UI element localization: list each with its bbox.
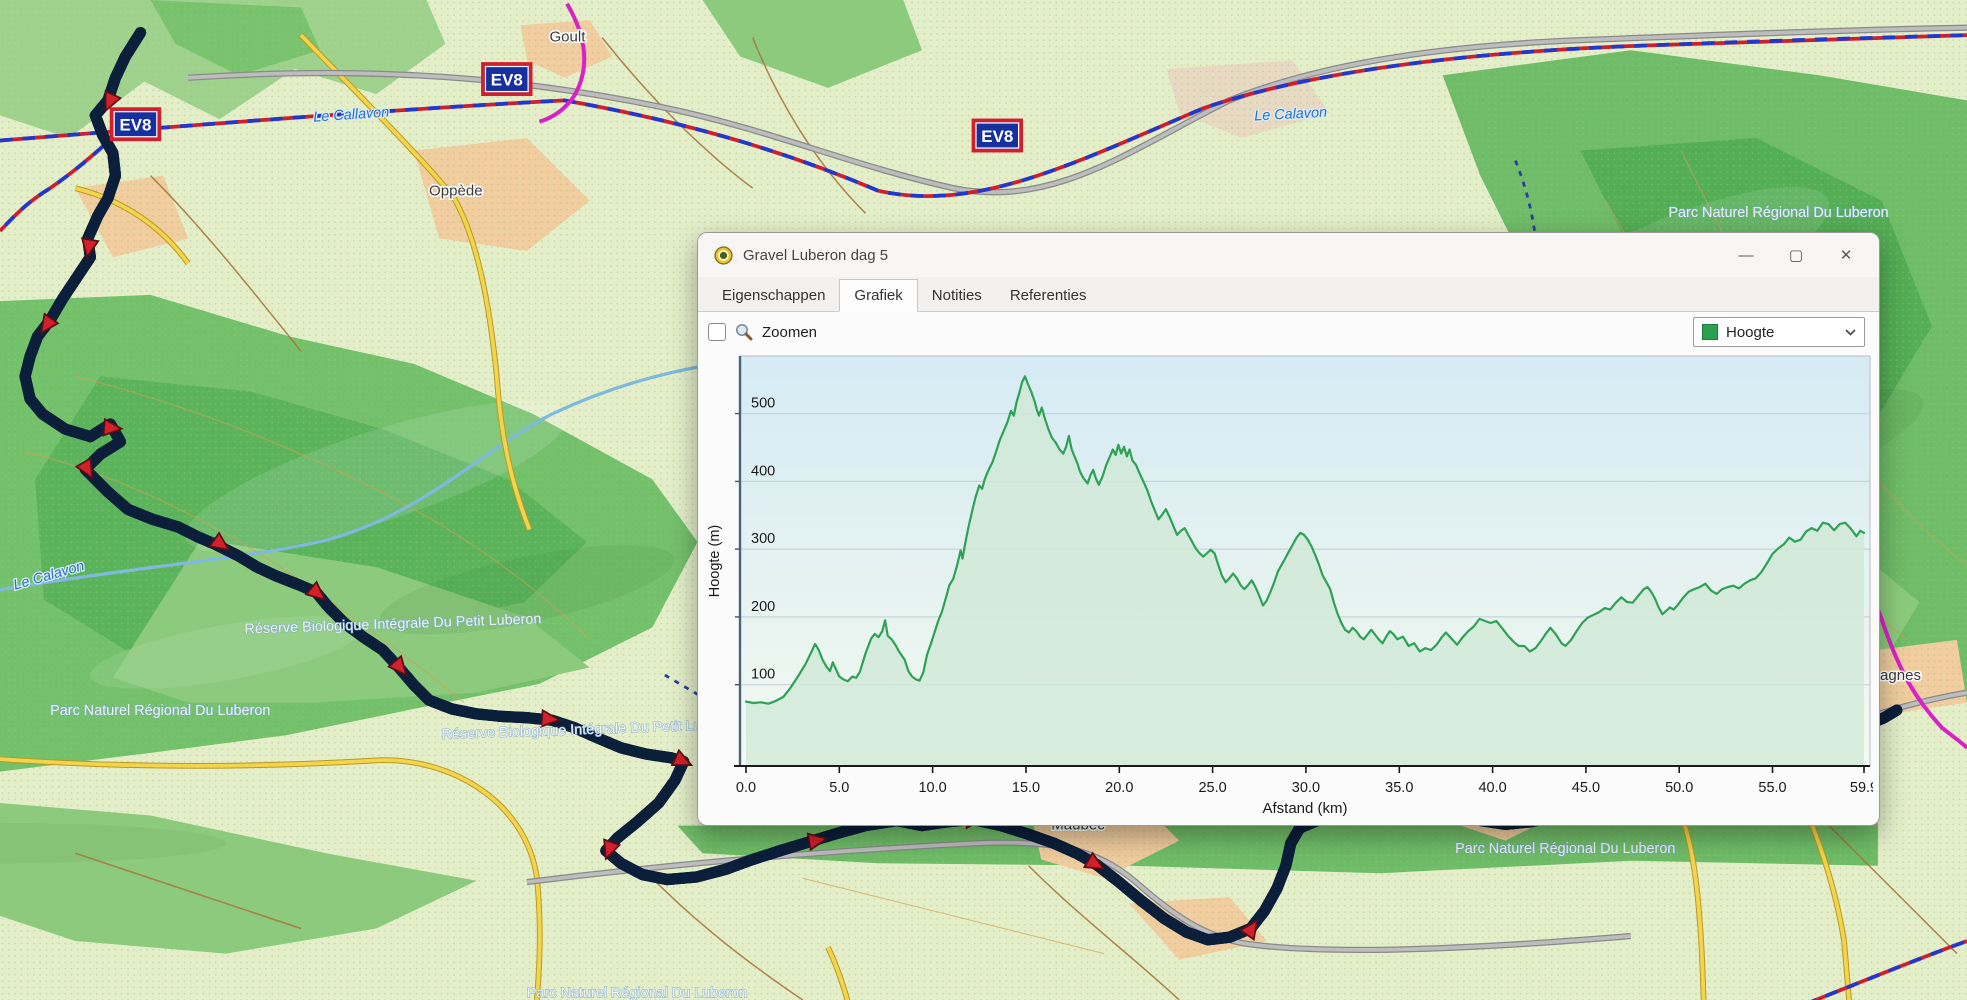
elevation-chart[interactable]: 100 200 300 400 500 0.0 5.0 10.0 15.0 20.0 25.0 30.… (706, 354, 1873, 816)
svg-text:55.0: 55.0 (1758, 780, 1786, 796)
chart-toolbar: Zoomen Hoogte (698, 312, 1879, 352)
series-dropdown[interactable]: Hoogte (1693, 317, 1865, 347)
tab-grafiek[interactable]: Grafiek (839, 279, 917, 312)
tab-eigenschappen[interactable]: Eigenschappen (708, 281, 839, 311)
svg-text:20.0: 20.0 (1105, 780, 1133, 796)
town-label: Goult (549, 28, 586, 45)
zoom-checkbox[interactable] (708, 323, 726, 341)
window-titlebar[interactable]: Gravel Luberon dag 5 — ▢ ✕ (698, 233, 1879, 277)
park-label: Parc Naturel Régional Du Luberon (527, 985, 747, 1000)
ev8-badge-label: EV8 (119, 115, 151, 134)
svg-text:59.9: 59.9 (1850, 780, 1873, 796)
series-color-swatch (1702, 324, 1718, 340)
svg-text:50.0: 50.0 (1665, 780, 1693, 796)
series-dropdown-value: Hoogte (1726, 324, 1837, 341)
park-label: Parc Naturel Régional Du Luberon (50, 703, 270, 719)
track-properties-window: Gravel Luberon dag 5 — ▢ ✕ Eigenschappen… (697, 232, 1880, 826)
magnifier-icon (735, 323, 753, 341)
tab-referenties[interactable]: Referenties (996, 281, 1101, 311)
chevron-down-icon (1845, 329, 1856, 336)
svg-text:200: 200 (751, 599, 775, 615)
minimize-button[interactable]: — (1721, 239, 1771, 271)
svg-text:15.0: 15.0 (1012, 780, 1040, 796)
svg-text:25.0: 25.0 (1198, 780, 1226, 796)
svg-text:10.0: 10.0 (918, 780, 946, 796)
park-label: Parc Naturel Régional Du Luberon (1455, 841, 1675, 857)
svg-text:5.0: 5.0 (829, 780, 849, 796)
svg-text:40.0: 40.0 (1478, 780, 1506, 796)
screen: EV8 EV8 EV8 Le Callavon Le Calavon Le Ca… (0, 0, 1967, 1000)
elevation-chart-panel[interactable]: 100 200 300 400 500 0.0 5.0 10.0 15.0 20.0 25.0 30.… (698, 352, 1879, 825)
svg-text:0.0: 0.0 (736, 780, 756, 796)
window-title: Gravel Luberon dag 5 (743, 247, 1711, 264)
svg-text:400: 400 (751, 463, 775, 479)
close-button[interactable]: ✕ (1821, 239, 1871, 271)
ev8-badge-label: EV8 (491, 70, 523, 89)
svg-text:45.0: 45.0 (1572, 780, 1600, 796)
svg-text:300: 300 (751, 531, 775, 547)
maximize-button[interactable]: ▢ (1771, 239, 1821, 271)
svg-text:500: 500 (751, 396, 775, 412)
svg-text:35.0: 35.0 (1385, 780, 1413, 796)
track-icon (714, 246, 733, 265)
svg-text:100: 100 (751, 667, 775, 683)
svg-text:30.0: 30.0 (1292, 780, 1320, 796)
svg-text:Hoogte (m): Hoogte (m) (707, 525, 723, 598)
tab-notities[interactable]: Notities (918, 281, 996, 311)
zoom-label: Zoomen (762, 324, 817, 341)
svg-text:Afstand (km): Afstand (km) (1262, 800, 1347, 816)
town-label: Oppède (429, 183, 483, 200)
ev8-badge-label: EV8 (981, 127, 1013, 146)
tab-bar: Eigenschappen Grafiek Notities Referenti… (698, 277, 1879, 312)
park-label: Parc Naturel Régional Du Luberon (1668, 205, 1888, 221)
